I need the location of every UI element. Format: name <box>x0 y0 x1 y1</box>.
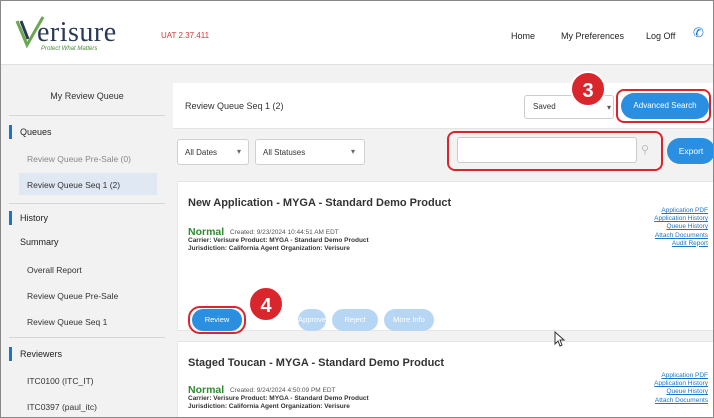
link-attach-documents[interactable]: Attach Documents <box>654 397 708 405</box>
link-application-history[interactable]: Application History <box>654 380 708 388</box>
sidebar-divider <box>9 203 165 204</box>
sidebar-divider <box>9 115 165 116</box>
step-highlight-advanced-search <box>616 89 711 123</box>
nav-log-off[interactable]: Log Off <box>646 31 675 41</box>
logo-wordmark: erisure <box>37 17 117 48</box>
link-attach-documents[interactable]: Attach Documents <box>654 232 708 240</box>
app-window: erisure Protect What Matters UAT 2.37.41… <box>0 0 714 418</box>
sidebar-item-review-queue-seq-1[interactable]: Review Queue Seq 1 (2) <box>27 180 120 190</box>
sidebar-section-summary[interactable]: Summary <box>9 235 173 249</box>
logo-tagline: Protect What Matters <box>41 46 98 52</box>
link-application-pdf[interactable]: Application PDF <box>654 372 708 380</box>
sidebar-item-summary-seq-1[interactable]: Review Queue Seq 1 <box>27 317 107 327</box>
reject-button[interactable]: Reject <box>332 309 378 331</box>
approve-button[interactable]: Approve <box>298 309 326 331</box>
sidebar-item-overall-report[interactable]: Overall Report <box>27 265 82 275</box>
sidebar: My Review Queue Queues Review Queue Pre-… <box>1 65 173 417</box>
nav-my-preferences[interactable]: My Preferences <box>561 31 624 41</box>
sidebar-item-review-queue-pre-sale[interactable]: Review Queue Pre-Sale (0) <box>27 154 131 164</box>
more-info-button[interactable]: More Info <box>384 309 434 331</box>
card-created: Created: 9/23/2024 10:44:51 AM EDT <box>230 229 339 236</box>
sidebar-divider <box>9 337 165 338</box>
step-badge-3: 3 <box>570 71 606 107</box>
chevron-down-icon: ▾ <box>351 147 356 156</box>
phone-icon[interactable]: ✆ <box>693 25 704 41</box>
queue-title: Review Queue Seq 1 (2) <box>185 101 284 111</box>
export-button[interactable]: Export <box>667 138 713 164</box>
link-queue-history[interactable]: Queue History <box>654 223 708 231</box>
sidebar-section-history[interactable]: History <box>9 211 173 225</box>
step-highlight-review <box>188 306 246 334</box>
verisure-logo[interactable]: erisure Protect What Matters <box>15 15 150 55</box>
card-carrier-line: Carrier: Verisure Product: MYGA - Standa… <box>188 395 369 402</box>
status-filter-select[interactable]: All Statuses <box>255 139 365 165</box>
sidebar-section-queues[interactable]: Queues <box>9 125 173 139</box>
card-created: Created: 9/24/2024 4:50:09 PM EDT <box>230 387 336 394</box>
chevron-down-icon: ▾ <box>607 103 612 112</box>
sidebar-title: My Review Queue <box>50 91 124 101</box>
main-content: Review Queue Seq 1 (2) Saved ▾ Advanced … <box>173 65 713 417</box>
card-title: New Application - MYGA - Standard Demo P… <box>188 197 452 209</box>
link-audit-report[interactable]: Audit Report <box>654 240 708 248</box>
card-title: Staged Toucan - MYGA - Standard Demo Pro… <box>188 357 445 369</box>
card-carrier-line: Carrier: Verisure Product: MYGA - Standa… <box>188 237 369 244</box>
card-jurisdiction-line: Jurisdiction: California Agent Organizat… <box>188 403 350 410</box>
step-highlight-search <box>447 131 663 171</box>
sidebar-item-reviewer-itc0100[interactable]: ITC0100 (ITC_IT) <box>27 376 94 386</box>
link-application-pdf[interactable]: Application PDF <box>654 207 708 215</box>
queue-toolbar: Review Queue Seq 1 (2) Saved ▾ Advanced … <box>173 83 713 129</box>
step-badge-4: 4 <box>248 286 284 322</box>
top-header: erisure Protect What Matters UAT 2.37.41… <box>1 1 713 65</box>
nav-home[interactable]: Home <box>511 31 535 41</box>
mouse-cursor-icon <box>554 331 566 347</box>
chevron-down-icon: ▾ <box>237 147 242 156</box>
sidebar-item-summary-pre-sale[interactable]: Review Queue Pre-Sale <box>27 291 118 301</box>
link-application-history[interactable]: Application History <box>654 215 708 223</box>
link-queue-history[interactable]: Queue History <box>654 388 708 396</box>
card-links: Application PDF Application History Queu… <box>654 372 708 405</box>
card-links: Application PDF Application History Queu… <box>654 207 708 248</box>
application-card: Staged Toucan - MYGA - Standard Demo Pro… <box>177 341 713 417</box>
card-jurisdiction-line: Jurisdiction: California Agent Organizat… <box>188 245 350 252</box>
filter-bar: All Dates ▾ All Statuses ▾ ⚲ Export <box>173 131 713 171</box>
sidebar-section-reviewers[interactable]: Reviewers <box>9 347 173 361</box>
sidebar-item-reviewer-itc0397[interactable]: ITC0397 (paul_itc) <box>27 402 97 412</box>
version-label: UAT 2.37.411 <box>161 31 210 40</box>
